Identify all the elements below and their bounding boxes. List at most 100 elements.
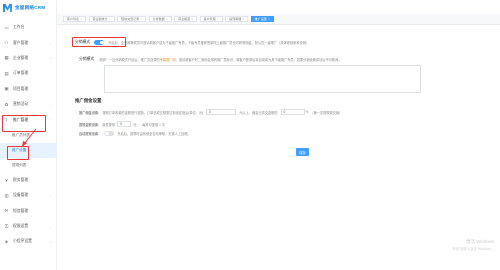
mode-desc-highlight: 专属推广码 [159, 58, 176, 62]
tab-label: 营业额度 [178, 17, 191, 21]
key-icon: ⚿ [4, 224, 9, 230]
withdraw-row: 提现金额设置： 最低提现 0 元 每月可提现 1 次 [79, 121, 165, 127]
chevron-down-icon: ⌄ [49, 193, 52, 198]
logo-icon [3, 4, 12, 12]
sidebar-item-label: 财务管理 [13, 177, 29, 182]
mode-desc-prefix: 说明：一旦分销模式开启后，推广员自带的 [99, 58, 160, 62]
auto-label: 自动提现设置： [79, 132, 102, 136]
sidebar-item-enterprise[interactable]: ▦ 企业管理 ⌄ [0, 51, 57, 66]
logo-text: 金鼠网络CRM [15, 5, 46, 10]
save-button[interactable]: 保存 [296, 148, 309, 156]
tab-label: 分析数据 [152, 17, 165, 21]
close-icon[interactable]: × [243, 18, 245, 21]
sidebar-item-label: 短信管理 [13, 208, 29, 213]
mode-row: 分销模式 说明：一旦分销模式开启后，推广员自带的 专属推广码 ，邀请新客户时二维… [79, 57, 341, 62]
tab-analysis[interactable]: 分析数据 × [148, 16, 172, 22]
withdraw-extra: 每月可提现 1 次 [142, 122, 165, 127]
sidebar-item-label: 设备管理 [13, 193, 29, 198]
tab-label: 推广设置 [254, 17, 267, 21]
sidebar-item-customers[interactable]: ⚇ 客户管理 ⌄ [0, 35, 57, 50]
tab-label: 客户管理 [203, 17, 216, 21]
device-icon: ▥ [4, 192, 9, 198]
close-icon[interactable]: × [109, 18, 111, 21]
auto-desc: 开启后，提现时由系统全自动审核，无需人工处理。 [117, 132, 191, 136]
mode-desc-suffix: ，邀请新客户时二维码会带有推广员标识，新客户登录后将自动成为其下级推广专员，如果… [175, 58, 342, 62]
sidebar-item-label: 营销活动 [13, 102, 29, 107]
sidebar-item-label: 订单管理 [13, 71, 29, 76]
building-icon: ▦ [4, 55, 9, 61]
withdraw-text: 最低提现 [102, 122, 116, 127]
distribution-switch-desc: 开启后，企业推荐成员可邀请新客户成为下级推广专员，下级专员推荐签单时上级推广员也… [108, 41, 309, 45]
auto-withdraw-row: 自动提现设置： 开启后，提现时由系统全自动审核，无需人工处理。 [79, 131, 191, 136]
commission-amount-input[interactable]: 0 [206, 109, 237, 115]
commission-rate-input[interactable]: 0 [280, 109, 305, 115]
sidebar-item-devices[interactable]: ▥ 设备管理 ⌄ [0, 188, 57, 203]
finance-icon: ¥ [5, 177, 8, 183]
sidebar-item-orders[interactable]: ▤ 订单管理 [0, 66, 57, 81]
sidebar-item-projects[interactable]: ▣ 项目管理 [0, 82, 57, 97]
sms-icon: ✉ [4, 208, 9, 214]
highlight-box-switch [72, 37, 126, 47]
sidebar-item-label: 项目管理 [13, 86, 29, 91]
activation-watermark-subtitle: 转到“设置”以激活 Windows。 [452, 247, 494, 251]
tab-withdraw-detail[interactable]: 提现明细 × [225, 16, 249, 22]
sidebar-item-label: 工作台 [13, 25, 25, 30]
tab-label: 客户列表 [67, 17, 80, 21]
tab-customer-manage[interactable]: 客户管理 × [199, 16, 223, 22]
sidebar-item-finance[interactable]: ¥ 财务管理 [0, 173, 57, 188]
mode-label: 分销模式 [79, 57, 95, 61]
tab-sms-records[interactable]: 短信充值记录 × [117, 16, 147, 22]
grid-icon: ▣ [4, 86, 9, 92]
sidebar-item-sms[interactable]: ✉ 短信管理 [0, 204, 57, 219]
app-window: 金鼠网络CRM ▭ 工作台 ⚇ 客户管理 ⌄ ▦ 企业管理 ⌄ ▤ 订单管理 ▣… [0, 0, 500, 270]
tab-label: 营业额统计 [92, 17, 108, 21]
sidebar-item-label: 小程序设置 [13, 239, 32, 244]
sidebar-item-label: 权限设置 [13, 224, 29, 229]
commission-rate-unit: % [305, 110, 309, 114]
close-icon[interactable]: × [217, 18, 219, 21]
tabs-bar: 客户列表 × 营业额统计 × 短信充值记录 × 分析数据 × 营业额度 × 客户管理 × 提… [57, 14, 500, 25]
chevron-down-icon: ⌄ [49, 102, 52, 107]
sidebar: 金鼠网络CRM ▭ 工作台 ⚇ 客户管理 ⌄ ▦ 企业管理 ⌄ ▤ 订单管理 ▣… [0, 0, 57, 270]
withdraw-unit: 元 [133, 122, 137, 127]
tab-revenue-quota[interactable]: 营业额度 × [174, 16, 198, 22]
mode-textarea[interactable] [104, 65, 421, 93]
agent-section-title: 推广佣金设置 [75, 98, 102, 103]
close-icon[interactable]: × [81, 18, 83, 21]
monitor-icon: ▭ [4, 24, 9, 30]
withdraw-input[interactable]: 0 [117, 121, 132, 127]
mini-icon: ◈ [4, 238, 9, 244]
gift-icon: ✿ [4, 101, 9, 107]
close-icon[interactable]: × [166, 18, 168, 21]
tab-label: 提现明细 [229, 17, 242, 21]
chevron-down-icon: ⌄ [49, 41, 52, 46]
highlight-box-settings [7, 146, 29, 160]
sidebar-item-label: 客户管理 [13, 40, 29, 45]
sidebar-subitem-label: 提现列表 [12, 162, 27, 167]
tab-revenue-stats[interactable]: 营业额统计 × [88, 16, 115, 22]
annotation-arrow-icon [22, 128, 37, 147]
commission-row-text: 按照订单收款的金额进行奖励，订单总成交额需达到设定值后(单位：元) [102, 110, 204, 115]
tab-label: 短信充值记录 [121, 17, 140, 21]
logo[interactable]: 金鼠网络CRM [3, 3, 45, 13]
sidebar-item-marketing[interactable]: ✿ 营销活动 ⌄ [0, 97, 57, 112]
sidebar-item-permissions[interactable]: ⚿ 权限设置 ⌄ [0, 219, 57, 234]
tab-customer-list[interactable]: 客户列表 × [63, 16, 87, 22]
sidebar-item-workbench[interactable]: ▭ 工作台 [0, 20, 57, 35]
sidebar-item-miniprogram[interactable]: ◈ 小程序设置 ⌄ [0, 234, 57, 249]
auto-withdraw-toggle[interactable] [104, 131, 115, 136]
chevron-up-icon: ⌃ [49, 118, 52, 123]
chevron-down-icon: ⌄ [49, 56, 52, 61]
commission-unit: 元以上，佣金占成交金额的 [239, 110, 278, 115]
user-icon: ⚇ [4, 40, 9, 46]
close-icon[interactable]: × [268, 18, 270, 21]
close-icon[interactable]: × [141, 18, 143, 21]
withdraw-label: 提现金额设置： [79, 122, 102, 127]
tab-promotion-settings[interactable]: 推广设置 × [250, 16, 274, 22]
commission-row: 推广佣金设置： 按照订单收款的金额进行奖励，订单总成交额需达到设定值后(单位：元… [79, 109, 342, 115]
commission-row-label: 推广佣金设置： [79, 110, 102, 115]
close-icon[interactable]: × [192, 18, 194, 21]
order-icon: ▤ [4, 70, 9, 76]
sidebar-item-label: 企业管理 [13, 55, 29, 60]
activation-watermark-title: 激活 Windows [466, 239, 494, 244]
